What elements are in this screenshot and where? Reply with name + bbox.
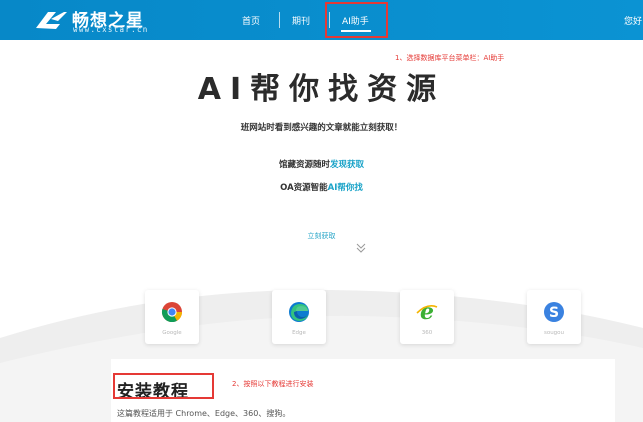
nav-home[interactable]: 首页 — [242, 14, 260, 27]
feature-line-library-text: 馆藏资源随时 — [278, 160, 330, 170]
browser-card-google[interactable]: Google — [145, 290, 199, 344]
logo-url-text: www.cxstar.cn — [73, 25, 149, 34]
browser-card-360[interactable]: e 360 — [400, 290, 454, 344]
double-chevron-down-icon[interactable] — [356, 242, 366, 254]
annotation-step-1: 1、选择数据库平台菜单栏：AI助手 — [395, 54, 505, 62]
svg-text:S: S — [549, 305, 559, 321]
browser-label: sougou — [543, 330, 565, 336]
site-logo[interactable]: 畅想之星 www.cxstar.cn — [34, 5, 184, 35]
annotation-highlight-box-2 — [113, 373, 214, 399]
feature-line-oa-text: OA资源智能 — [280, 183, 328, 193]
feature-line-oa: OA资源智能AI帮你找 — [0, 181, 643, 193]
annotation-highlight-box — [325, 2, 388, 38]
sogou-icon: S — [544, 302, 564, 322]
feature-line-oa-accent: AI帮你找 — [327, 183, 363, 193]
top-header: 畅想之星 www.cxstar.cn 首页 期刊 AI助手 您好 — [0, 0, 643, 40]
hero-subtitle: 班网站时看到感兴趣的文章就能立刻获取！ — [240, 123, 403, 133]
feature-line-library-accent: 发现获取 — [330, 160, 365, 170]
chrome-icon — [161, 302, 183, 323]
nav-divider — [279, 12, 280, 28]
browser-card-sougou[interactable]: S sougou — [527, 290, 581, 344]
get-now-link[interactable]: 立刻获取 — [0, 231, 643, 241]
svg-text:e: e — [420, 301, 434, 323]
nav-journals[interactable]: 期刊 — [292, 14, 310, 27]
annotation-step-2: 2、按照以下教程进行安装 — [232, 380, 314, 388]
edge-icon — [289, 302, 309, 322]
hero-title: AI帮你找资源 — [197, 72, 446, 107]
browser-card-edge[interactable]: Edge — [272, 290, 326, 344]
user-greeting[interactable]: 您好 — [624, 14, 642, 27]
browser-label: 360 — [421, 330, 433, 336]
browser-label: Google — [162, 330, 182, 336]
logo-mark-icon — [36, 12, 67, 29]
feature-line-library: 馆藏资源随时发现获取 — [0, 158, 643, 170]
browser-label: Edge — [292, 330, 306, 336]
tutorial-description: 这篇教程适用于 Chrome、Edge、360、搜狗。 — [117, 409, 291, 418]
ie-360-icon: e — [416, 301, 438, 323]
